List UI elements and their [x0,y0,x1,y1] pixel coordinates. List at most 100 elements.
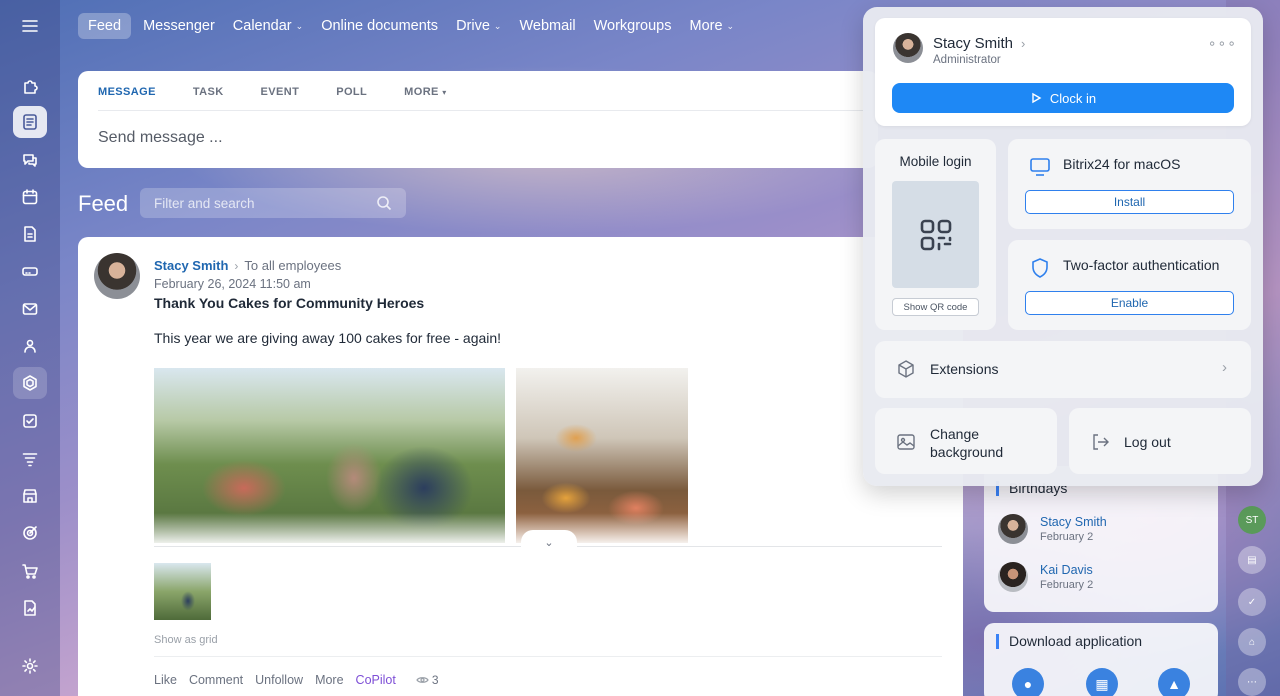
logout-item[interactable]: Log out [1069,408,1251,474]
nav-drive[interactable]: Drive ⌄ [450,13,507,39]
author-link[interactable]: Stacy Smith [154,258,228,273]
chevron-right-icon: › [1222,359,1227,376]
message-input[interactable]: Send message ... [98,129,223,147]
birthday-person[interactable]: Stacy Smith February 2 [998,514,1107,544]
profile-role: Administrator [933,54,1001,66]
store-icon[interactable] [13,480,47,512]
linux-icon[interactable]: ▲ [1158,668,1190,696]
logout-icon [1090,432,1110,452]
more-button[interactable]: More [315,673,343,687]
task-icon[interactable]: ✓ [1238,588,1266,616]
nav-webmail-label: Webmail [519,18,576,34]
more-options-icon[interactable]: ∘∘∘ [1208,35,1237,52]
target-icon[interactable] [13,517,47,549]
clock-in-label: Clock in [1049,90,1097,106]
views-counter: 3 [416,673,439,687]
tab-more[interactable]: MORE ▾ [404,86,447,108]
enable-button[interactable]: Enable [1025,291,1234,315]
nav-calendar[interactable]: Calendar ⌄ [227,13,309,39]
chevron-down-icon: ⌄ [544,536,554,549]
profile-name-link[interactable]: Stacy Smith › [933,35,1025,52]
nav-online-documents[interactable]: Online documents [315,13,444,39]
expand-button[interactable]: ⌄ [521,530,577,554]
comment-button[interactable]: Comment [189,673,243,687]
nav-feed[interactable]: Feed [78,13,132,39]
install-button[interactable]: Install [1025,190,1234,214]
chevron-down-icon: ⌄ [493,20,502,31]
mobile-login-title: Mobile login [899,154,972,169]
post-audience: To all employees [244,258,342,273]
home-icon[interactable]: ⌂ [1238,628,1266,656]
change-background-item[interactable]: Change background [875,408,1057,474]
copilot-button[interactable]: CoPilot [356,673,396,687]
tab-poll[interactable]: POLL [336,86,367,108]
birthday-person[interactable]: Kai Davis February 2 [998,562,1093,592]
unfollow-button[interactable]: Unfollow [255,673,303,687]
person-name[interactable]: Stacy Smith [1040,515,1107,529]
tab-message[interactable]: MESSAGE [98,86,156,108]
chevron-down-icon: ⌄ [295,20,304,31]
nav-drive-label: Drive [456,18,490,34]
chat-icon[interactable] [13,144,47,176]
chart-icon[interactable]: ▤ [1238,546,1266,574]
user-initials-avatar[interactable]: ST [1238,506,1266,534]
change-background-label: Change background [930,426,1004,460]
image-thumbnail[interactable] [154,563,211,620]
composer-divider [98,110,878,111]
qr-code-placeholder [892,181,979,288]
nav-more[interactable]: More ⌄ [684,13,741,39]
person-birthday: February 2 [1040,531,1094,543]
sign-document-icon[interactable] [13,592,47,624]
apps-icon[interactable]: ⋯ [1238,668,1266,696]
funnel-icon[interactable] [13,443,47,475]
settings-gear-icon[interactable] [13,650,47,682]
post-composer: MESSAGE TASK EVENT POLL MORE ▾ Send mess… [78,71,878,168]
drive-icon[interactable] [13,255,47,287]
task-icon[interactable] [13,405,47,437]
two-factor-card: Two-factor authentication Enable [1008,240,1251,330]
document-icon[interactable] [13,218,47,250]
show-as-grid-link[interactable]: Show as grid [154,634,218,646]
left-sidebar [0,0,60,696]
nav-messenger-label: Messenger [143,18,215,34]
feed-icon[interactable] [13,106,47,138]
top-navigation: Feed Messenger Calendar ⌄ Online document… [78,12,746,40]
image-icon [896,432,916,452]
nav-feed-label: Feed [88,18,122,34]
nav-messenger[interactable]: Messenger [137,13,221,39]
person-name[interactable]: Kai Davis [1040,563,1093,577]
apple-icon[interactable]: ● [1012,668,1044,696]
chevron-right-icon: › [234,258,239,273]
extensions-item[interactable]: Extensions › [875,341,1251,398]
hexagon-icon[interactable] [13,367,47,399]
avatar[interactable] [893,33,923,63]
nav-calendar-label: Calendar [232,18,292,34]
avatar[interactable] [94,253,140,299]
nav-workgroups-label: Workgroups [593,18,672,34]
windows-icon[interactable]: ▦ [1086,668,1118,696]
workgroups-icon[interactable] [13,330,47,362]
tab-event[interactable]: EVENT [261,86,300,108]
like-button[interactable]: Like [154,673,177,687]
calendar-icon[interactable] [13,181,47,213]
nav-online-documents-label: Online documents [321,18,439,34]
nav-workgroups[interactable]: Workgroups [588,13,678,39]
tab-task[interactable]: TASK [193,86,224,108]
filter-search-input[interactable]: Filter and search [140,188,406,218]
avatar[interactable] [998,562,1028,592]
show-qr-code-button[interactable]: Show QR code [892,298,979,316]
qr-code-icon [920,219,951,250]
chevron-right-icon: › [1021,36,1026,51]
initials: ST [1245,514,1259,526]
chevron-down-icon: ⌄ [726,20,735,31]
search-icon[interactable] [376,195,392,211]
views-count: 3 [431,673,439,687]
mail-icon[interactable] [13,293,47,325]
cube-icon [896,359,916,379]
puzzle-icon[interactable] [13,70,47,102]
avatar[interactable] [998,514,1028,544]
cart-icon[interactable] [13,555,47,587]
menu-icon[interactable] [13,10,47,42]
nav-webmail[interactable]: Webmail [513,13,581,39]
clock-in-button[interactable]: Clock in [892,83,1234,113]
